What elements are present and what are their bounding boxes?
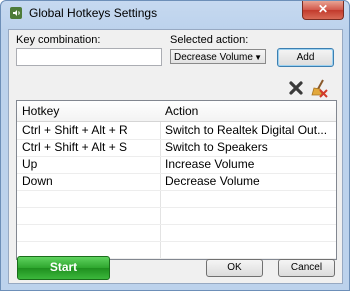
empty-row	[17, 190, 336, 208]
table-row[interactable]: Up Increase Volume	[17, 156, 336, 174]
ok-button[interactable]: OK	[206, 259, 263, 277]
hotkey-cell: Up	[22, 157, 38, 171]
window-title: Global Hotkeys Settings	[29, 6, 158, 20]
table-row[interactable]: Ctrl + Shift + Alt + R Switch to Realtek…	[17, 122, 336, 140]
header-action[interactable]: Action	[165, 104, 198, 118]
hotkey-cell: Ctrl + Shift + Alt + R	[22, 123, 128, 137]
chevron-down-icon: ▼	[254, 53, 262, 62]
action-cell: Decrease Volume	[165, 174, 260, 188]
cancel-button[interactable]: Cancel	[278, 259, 335, 277]
key-combination-label: Key combination:	[16, 34, 101, 46]
hotkey-cell: Ctrl + Shift + Alt + S	[22, 140, 128, 154]
add-button[interactable]: Add	[277, 48, 334, 67]
dialog-client: Key combination: Selected action: Decrea…	[8, 29, 343, 284]
speaker-icon	[10, 7, 22, 19]
close-button[interactable]: ✕	[302, 1, 344, 20]
broom-clear-icon[interactable]	[309, 78, 329, 98]
header-hotkey[interactable]: Hotkey	[22, 104, 59, 118]
delete-x-icon[interactable]	[288, 80, 304, 96]
action-select-value: Decrease Volume	[174, 52, 253, 63]
selected-action-label: Selected action:	[170, 34, 249, 46]
key-combination-input[interactable]	[16, 48, 162, 66]
hotkey-list[interactable]: Hotkey Action Ctrl + Shift + Alt + R Swi…	[16, 100, 337, 260]
action-cell: Switch to Speakers	[165, 140, 268, 154]
action-cell: Increase Volume	[165, 157, 255, 171]
table-row[interactable]: Ctrl + Shift + Alt + S Switch to Speaker…	[17, 139, 336, 157]
table-row[interactable]: Down Decrease Volume	[17, 173, 336, 191]
action-cell: Switch to Realtek Digital Out...	[165, 123, 328, 137]
title-bar[interactable]: Global Hotkeys Settings ✕	[1, 1, 349, 25]
dialog-window: Global Hotkeys Settings ✕ Key combinatio…	[0, 0, 350, 291]
start-button[interactable]: Start	[17, 256, 110, 280]
empty-row	[17, 207, 336, 225]
action-select[interactable]: Decrease Volume ▼	[170, 49, 266, 64]
empty-row	[17, 224, 336, 242]
hotkey-cell: Down	[22, 174, 53, 188]
list-header: Hotkey Action	[17, 101, 336, 122]
